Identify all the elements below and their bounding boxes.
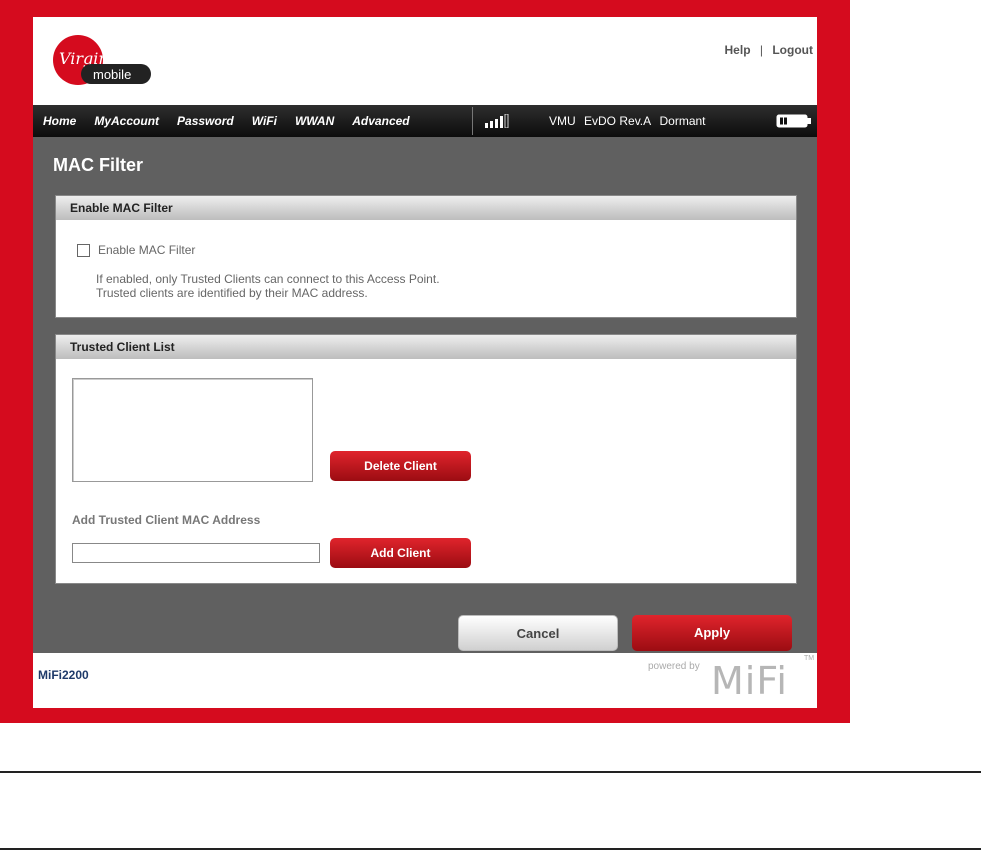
mac-address-input[interactable] — [72, 543, 320, 563]
nav-advanced[interactable]: Advanced — [352, 114, 409, 128]
enable-mac-filter-row: Enable MAC Filter — [77, 243, 195, 257]
nav-divider — [472, 107, 473, 135]
router-admin-panel: Virgin mobile Help | Logout Home MyAccou… — [33, 17, 817, 708]
mac-filter-desc-line1: If enabled, only Trusted Clients can con… — [96, 272, 440, 286]
main-nav-bar: Home MyAccount Password WiFi WWAN Advanc… — [33, 105, 817, 137]
content-area: MAC Filter Enable MAC Filter Enable MAC … — [33, 137, 817, 653]
trusted-client-section: Trusted Client List Delete Client Add Tr… — [55, 334, 797, 584]
nav-password[interactable]: Password — [177, 114, 234, 128]
nav-wifi[interactable]: WiFi — [252, 114, 277, 128]
enable-mac-filter-section: Enable MAC Filter Enable MAC Filter If e… — [55, 195, 797, 318]
trademark-text: TM — [804, 655, 815, 662]
status-state: Dormant — [659, 114, 706, 128]
apply-button[interactable]: Apply — [632, 615, 792, 651]
links-separator: | — [759, 43, 763, 57]
powered-by-text: powered by — [648, 661, 700, 672]
signal-strength-icon — [485, 114, 509, 128]
page-title: MAC Filter — [53, 155, 143, 175]
enable-mac-filter-label: Enable MAC Filter — [98, 243, 196, 257]
nav-items: Home MyAccount Password WiFi WWAN Advanc… — [33, 105, 418, 137]
logo-mobile-text: mobile — [93, 67, 131, 82]
device-model: MiFi2200 — [38, 668, 89, 682]
nav-home[interactable]: Home — [43, 114, 76, 128]
add-client-button[interactable]: Add Client — [330, 538, 471, 568]
cancel-button[interactable]: Cancel — [458, 615, 618, 651]
status-network: EvDO Rev.A — [584, 114, 652, 128]
enable-mac-filter-checkbox[interactable] — [77, 243, 90, 257]
nav-myaccount[interactable]: MyAccount — [94, 114, 159, 128]
trusted-client-list-header: Trusted Client List — [56, 335, 796, 359]
status-carrier: VMU — [549, 114, 576, 128]
trusted-client-listbox[interactable] — [72, 378, 313, 482]
logout-link[interactable]: Logout — [772, 43, 813, 57]
mac-filter-desc-line2: Trusted clients are identified by their … — [96, 286, 368, 300]
powered-by-mifi-logo: powered by MiFi TM — [648, 653, 816, 705]
top-links: Help | Logout — [725, 43, 813, 57]
delete-client-button[interactable]: Delete Client — [330, 451, 471, 481]
help-link[interactable]: Help — [725, 43, 751, 57]
virgin-mobile-logo: Virgin mobile — [53, 35, 151, 85]
connection-status: VMU EvDO Rev.A Dormant — [549, 114, 711, 128]
enable-mac-filter-header: Enable MAC Filter — [56, 196, 796, 220]
mifi-logo-text: MiFi — [711, 659, 788, 703]
add-client-mac-label: Add Trusted Client MAC Address — [72, 513, 261, 527]
divider-line-top — [0, 771, 981, 773]
battery-icon — [776, 114, 811, 128]
nav-wwan[interactable]: WWAN — [295, 114, 334, 128]
mac-filter-description: If enabled, only Trusted Clients can con… — [96, 272, 440, 300]
